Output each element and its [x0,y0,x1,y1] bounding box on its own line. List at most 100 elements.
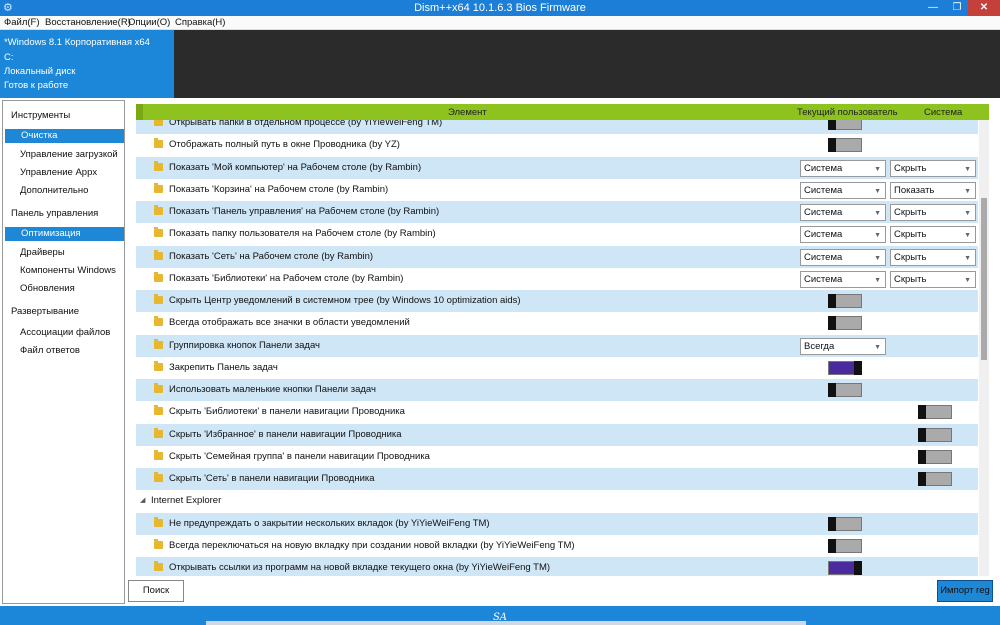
menu-restore[interactable]: Восстановление(R) [45,17,131,28]
dropdown-value: Скрыть [894,251,927,263]
system-toggle[interactable] [918,405,952,420]
menu-bar: Файл(F) Восстановление(R) Опции(O) Справ… [0,16,1000,30]
user-toggle[interactable] [828,383,862,397]
setting-row[interactable]: Всегда отображать все значки в области у… [136,312,978,334]
dropdown-value: Система [804,207,843,218]
dropdown-value: Система [804,229,843,241]
toggle-knob [918,427,926,442]
system-toggle[interactable] [918,427,952,442]
import-reg-button[interactable]: Импорт reg [937,580,993,602]
sidebar-item-advanced[interactable]: Дополнительно [20,185,88,196]
setting-row[interactable]: Закрепить Панель задач [136,357,978,379]
user-toggle[interactable] [828,120,862,130]
sidebar-item-optimization[interactable]: Оптимизация [5,227,124,241]
user-toggle[interactable] [828,538,862,553]
setting-label: Показать 'Библиотеки' на Рабочем столе (… [169,272,404,284]
user-dropdown[interactable]: Система ▼ [800,226,886,244]
folder-icon [154,360,163,371]
setting-label: Скрыть Центр уведомлений в системном тре… [169,295,521,306]
dropdown-arrow-icon: ▼ [964,165,971,173]
menu-file[interactable]: Файл(F) [4,17,40,28]
dropdown-value: Скрыть [894,229,927,241]
setting-row[interactable]: Показать папку пользователя на Рабочем с… [136,223,978,245]
toggle-knob [918,472,926,486]
user-dropdown[interactable]: Всегда ▼ [800,337,886,355]
dropdown-arrow-icon: ▼ [964,210,971,217]
setting-row[interactable]: Показать 'Корзина' на Рабочем столе (by … [136,179,978,201]
group-header[interactable]: ◢ Internet Explorer [136,490,978,512]
dropdown-arrow-icon: ▼ [874,165,881,173]
column-element[interactable]: Элемент [448,107,487,118]
settings-list: Открывать папки в отдельном процессе (by… [136,120,978,576]
user-toggle[interactable] [828,316,862,331]
setting-row[interactable]: Отображать полный путь в окне Проводника… [136,134,978,156]
user-dropdown[interactable]: Система ▼ [800,270,886,288]
setting-row[interactable]: Использовать маленькие кнопки Панели зад… [136,379,978,401]
sidebar-item-boot[interactable]: Управление загрузкой [20,149,118,160]
system-toggle[interactable] [918,472,952,486]
scrollbar[interactable] [979,120,989,576]
sidebar-section-control-panel: Панель управления [11,208,99,219]
setting-row[interactable]: Открывать папки в отдельном процессе (by… [136,120,978,134]
setting-row[interactable]: Показать 'Мой компьютер' на Рабочем стол… [136,156,978,179]
sidebar-item-appx[interactable]: Управление Appx [20,167,97,178]
setting-row[interactable]: Группировка кнопок Панели задач Всегда ▼ [136,334,978,357]
user-toggle[interactable] [828,516,862,531]
user-dropdown[interactable]: Система ▼ [800,248,886,266]
sidebar-item-file-associations[interactable]: Ассоциации файлов [20,327,110,338]
session-info-panel[interactable]: *Windows 8.1 Корпоративная x64 C: Локаль… [0,30,174,98]
sidebar-item-updates[interactable]: Обновления [20,283,75,294]
setting-row[interactable]: Открывать ссылки из программ на новой вк… [136,557,978,576]
collapse-triangle-icon[interactable]: ◢ [140,496,145,504]
column-system[interactable]: Система [924,107,962,118]
dropdown-arrow-icon: ▼ [874,232,881,240]
setting-row[interactable]: Скрыть 'Избранное' в панели навигации Пр… [136,423,978,446]
restore-button[interactable]: ❐ [946,0,968,16]
user-toggle[interactable] [828,561,862,575]
system-dropdown[interactable]: Скрыть ▼ [890,226,976,244]
setting-row[interactable]: Показать 'Сеть' на Рабочем столе (by Ram… [136,245,978,268]
search-button[interactable]: Поиск [128,580,184,602]
system-dropdown[interactable]: Скрыть ▼ [890,204,976,221]
system-dropdown[interactable]: Скрыть ▼ [890,248,976,266]
user-dropdown[interactable]: Система ▼ [800,159,886,177]
menu-options[interactable]: Опции(O) [128,17,170,28]
setting-label: Отображать полный путь в окне Проводника… [169,139,400,151]
setting-row[interactable]: Показать 'Библиотеки' на Рабочем столе (… [136,268,978,290]
system-toggle[interactable] [918,449,952,464]
scrollbar-thumb[interactable] [981,198,987,360]
setting-row[interactable]: Скрыть 'Сеть' в панели навигации Проводн… [136,468,978,490]
sidebar-section-deployment: Развертывание [11,306,80,317]
sidebar-item-components[interactable]: Компоненты Windows [20,265,116,276]
user-toggle[interactable] [828,294,862,308]
setting-row[interactable]: Показать 'Панель управления' на Рабочем … [136,201,978,223]
toggle-knob [828,383,836,397]
toggle-knob [828,294,836,308]
dropdown-value: Система [804,273,843,285]
system-dropdown[interactable]: Показать ▼ [890,181,976,199]
setting-row[interactable]: Скрыть Центр уведомлений в системном тре… [136,290,978,312]
setting-row[interactable]: Скрыть 'Библиотеки' в панели навигации П… [136,401,978,423]
system-dropdown[interactable]: Скрыть ▼ [890,270,976,288]
setting-row[interactable]: Скрыть 'Семейная группа' в панели навига… [136,446,978,468]
user-dropdown[interactable]: Система ▼ [800,181,886,199]
dropdown-arrow-icon: ▼ [874,343,881,351]
user-toggle[interactable] [828,360,862,375]
minimize-button[interactable]: — [922,0,944,16]
session-list-area [174,30,1000,98]
folder-icon [154,538,163,549]
menu-help[interactable]: Справка(H) [175,17,225,28]
column-current-user[interactable]: Текущий пользователь [797,107,898,118]
dropdown-value: Всегда [804,340,835,352]
close-button[interactable]: ✕ [968,0,1000,16]
setting-label: Всегда отображать все значки в области у… [169,317,410,329]
user-toggle[interactable] [828,138,862,153]
setting-row[interactable]: Не предупреждать о закрытии нескольких в… [136,512,978,535]
sidebar-item-cleanup[interactable]: Очистка [5,129,124,143]
user-dropdown[interactable]: Система ▼ [800,204,886,221]
dropdown-arrow-icon: ▼ [964,254,971,262]
sidebar-item-drivers[interactable]: Драйверы [20,247,65,258]
sidebar-item-answer-file[interactable]: Файл ответов [20,345,80,356]
setting-row[interactable]: Всегда переключаться на новую вкладку пр… [136,535,978,557]
system-dropdown[interactable]: Скрыть ▼ [890,159,976,177]
